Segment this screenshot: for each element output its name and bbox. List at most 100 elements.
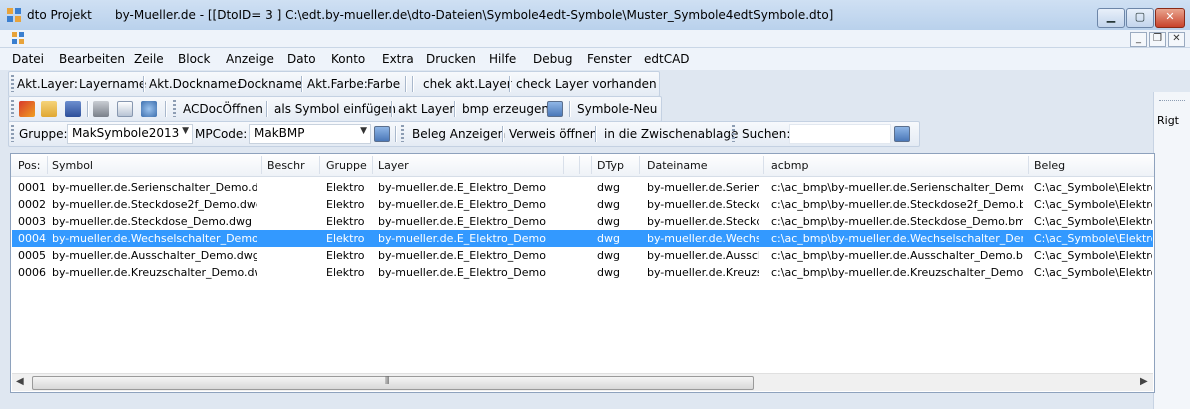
scroll-right-icon[interactable]: ▶ [1140,376,1148,387]
minimize-button[interactable]: ▁ [1097,8,1125,28]
cell-acbmp: c:\ac_bmp\by-mueller.de.Steckdose_Demo.b… [771,215,1023,228]
grid-header: Pos: Symbol Beschr Gruppe Layer DTyp Dat… [11,154,1154,177]
title-bar: dto Projekt by-Mueller.de - [[DtoID= 3 ]… [0,0,1190,31]
table-row[interactable]: 0002 by-mueller.de.Steckdose2f_Demo.dwg El… [12,196,1153,213]
layer-toolbar: Akt.Layer: Layername Akt.Dockname: Dockn… [8,71,660,97]
mdi-strip: _ ❐ ✕ [0,30,1190,48]
column-header-layer[interactable]: Layer [378,159,409,172]
cell-beleg: C:\ac_Symbole\Elektro\ [1034,266,1152,279]
mdi-child-icon[interactable] [12,32,25,45]
app-icon[interactable] [7,8,21,22]
copy-to-clipboard-button[interactable]: in die Zwischenablage [604,127,738,141]
main-toolbar: ACDocÖffnen als Symbol einfügen akt Laye… [8,96,662,122]
check-layer-exists-button[interactable]: check Layer vorhanden [516,77,657,91]
column-header-acbmp[interactable]: acbmp [771,159,808,172]
chevron-down-icon[interactable]: ▼ [182,126,189,136]
column-header-symbol[interactable]: Symbol [52,159,93,172]
table-row[interactable]: 0004 by-mueller.de.Wechselschalter_Demo.d… [12,230,1153,247]
scrollbar-thumb[interactable]: ⦀ [32,376,754,390]
menu-fenster[interactable]: Fenster [587,52,632,66]
toolbar-grip[interactable] [11,100,14,117]
table-row[interactable]: 0005 by-mueller.de.Ausschalter_Demo.dwg El… [12,247,1153,264]
maximize-button[interactable]: ▢ [1126,8,1154,28]
cell-gruppe: Elektro [326,181,365,194]
table-row[interactable]: 0003 by-mueller.de.Steckdose_Demo.dwg Elek… [12,213,1153,230]
table-row[interactable]: 0006 by-mueller.de.Kreuzschalter_Demo.dwg… [12,264,1153,281]
cell-layer: by-mueller.de.E_Elektro_Demo [378,181,546,194]
cell-pos: 0005 [18,249,46,262]
close-icon: ✕ [1165,10,1175,23]
menu-extra[interactable]: Extra [382,52,414,66]
column-header-pos[interactable]: Pos: [18,159,40,172]
cell-symbol: by-mueller.de.Ausschalter_Demo.dwg [52,249,257,262]
mdi-minimize-button[interactable]: _ [1130,32,1147,47]
search-label: Suchen: [742,127,791,141]
menu-dato[interactable]: Dato [287,52,316,66]
print-preview-icon[interactable] [117,101,133,117]
layer-label: Akt.Layer: [17,77,78,91]
cell-symbol: by-mueller.de.Steckdose_Demo.dwg [52,215,252,228]
group-label: Gruppe: [19,127,68,141]
column-header-dateiname[interactable]: Dateiname [647,159,708,172]
show-receipt-button[interactable]: Beleg Anzeigen [412,127,505,141]
cell-pos: 0006 [18,266,46,279]
menu-edtcad[interactable]: edtCAD [644,52,690,66]
table-row[interactable]: 0001 by-mueller.de.Serienschalter_Demo.dw… [12,179,1153,196]
panel-grip[interactable] [1159,100,1185,103]
akt-layer-button[interactable]: akt Layer [398,102,454,116]
right-panel-label[interactable]: Rigt [1157,114,1179,127]
menu-debug[interactable]: Debug [533,52,572,66]
cell-dtyp: dwg [597,181,620,194]
cell-acbmp: c:\ac_bmp\by-mueller.de.Serienschalter_D… [771,181,1023,194]
print-icon[interactable] [93,101,109,117]
search-image-icon[interactable] [894,126,910,142]
column-header-gruppe[interactable]: Gruppe [326,159,367,172]
dockname-value: Dockname [238,77,303,91]
scroll-left-icon[interactable]: ◀ [16,376,24,387]
cell-layer: by-mueller.de.E_Elektro_Demo [378,198,546,211]
menu-anzeige[interactable]: Anzeige [226,52,274,66]
pdf-icon[interactable] [19,101,35,117]
open-folder-icon[interactable] [41,101,57,117]
dockname-label: Akt.Dockname: [149,77,241,91]
color-value: Farbe [367,77,401,91]
toolbar-grip[interactable] [11,75,14,92]
check-layer-button[interactable]: chek akt.Layer [423,77,512,91]
mdi-close-button[interactable]: ✕ [1168,32,1185,47]
cell-beleg: C:\ac_Symbole\Elektro\ [1034,181,1152,194]
image-icon[interactable] [374,126,390,142]
menu-zeile[interactable]: Zeile [134,52,164,66]
horizontal-scrollbar[interactable]: ◀ ⦀ ▶ [12,373,1153,391]
chevron-down-icon[interactable]: ▼ [360,126,367,136]
open-reference-button[interactable]: Verweis öffnen [509,127,597,141]
menu-block[interactable]: Block [178,52,210,66]
symbols-new-button[interactable]: Symbole-Neu [577,102,657,116]
cell-symbol: by-mueller.de.Steckdose2f_Demo.dwg [52,198,257,211]
menu-bearbeiten[interactable]: Bearbeiten [59,52,125,66]
menu-konto[interactable]: Konto [331,52,365,66]
acdoc-open-button[interactable]: ACDocÖffnen [183,102,263,116]
image-icon[interactable] [547,101,563,117]
menu-hilfe[interactable]: Hilfe [489,52,516,66]
column-header-beleg[interactable]: Beleg [1034,159,1065,172]
insert-symbol-button[interactable]: als Symbol einfügen [274,102,396,116]
column-header-dtyp[interactable]: DTyp [597,159,624,172]
cell-symbol: by-mueller.de.Serienschalter_Demo.dwg [52,181,257,194]
mdi-restore-button[interactable]: ❐ [1149,32,1166,47]
mpcode-combobox[interactable]: MakBMP ▼ [249,124,371,144]
menu-drucken[interactable]: Drucken [426,52,476,66]
save-icon[interactable] [65,101,81,117]
toolbar-grip[interactable] [11,125,14,142]
cell-gruppe: Elektro [326,198,365,211]
close-button[interactable]: ✕ [1155,8,1185,28]
right-dock-panel: Rigt [1153,92,1190,409]
bmp-create-button[interactable]: bmp erzeugen [462,102,549,116]
search-input[interactable] [789,124,891,144]
column-header-beschr[interactable]: Beschr [267,159,305,172]
group-combobox[interactable]: MakSymbole2013 ▼ [67,124,193,144]
layer-value: Layername [79,77,147,91]
cell-pos: 0001 [18,181,46,194]
menu-datei[interactable]: Datei [12,52,44,66]
cell-pos: 0004 [18,232,46,245]
settings-icon[interactable] [141,101,157,117]
